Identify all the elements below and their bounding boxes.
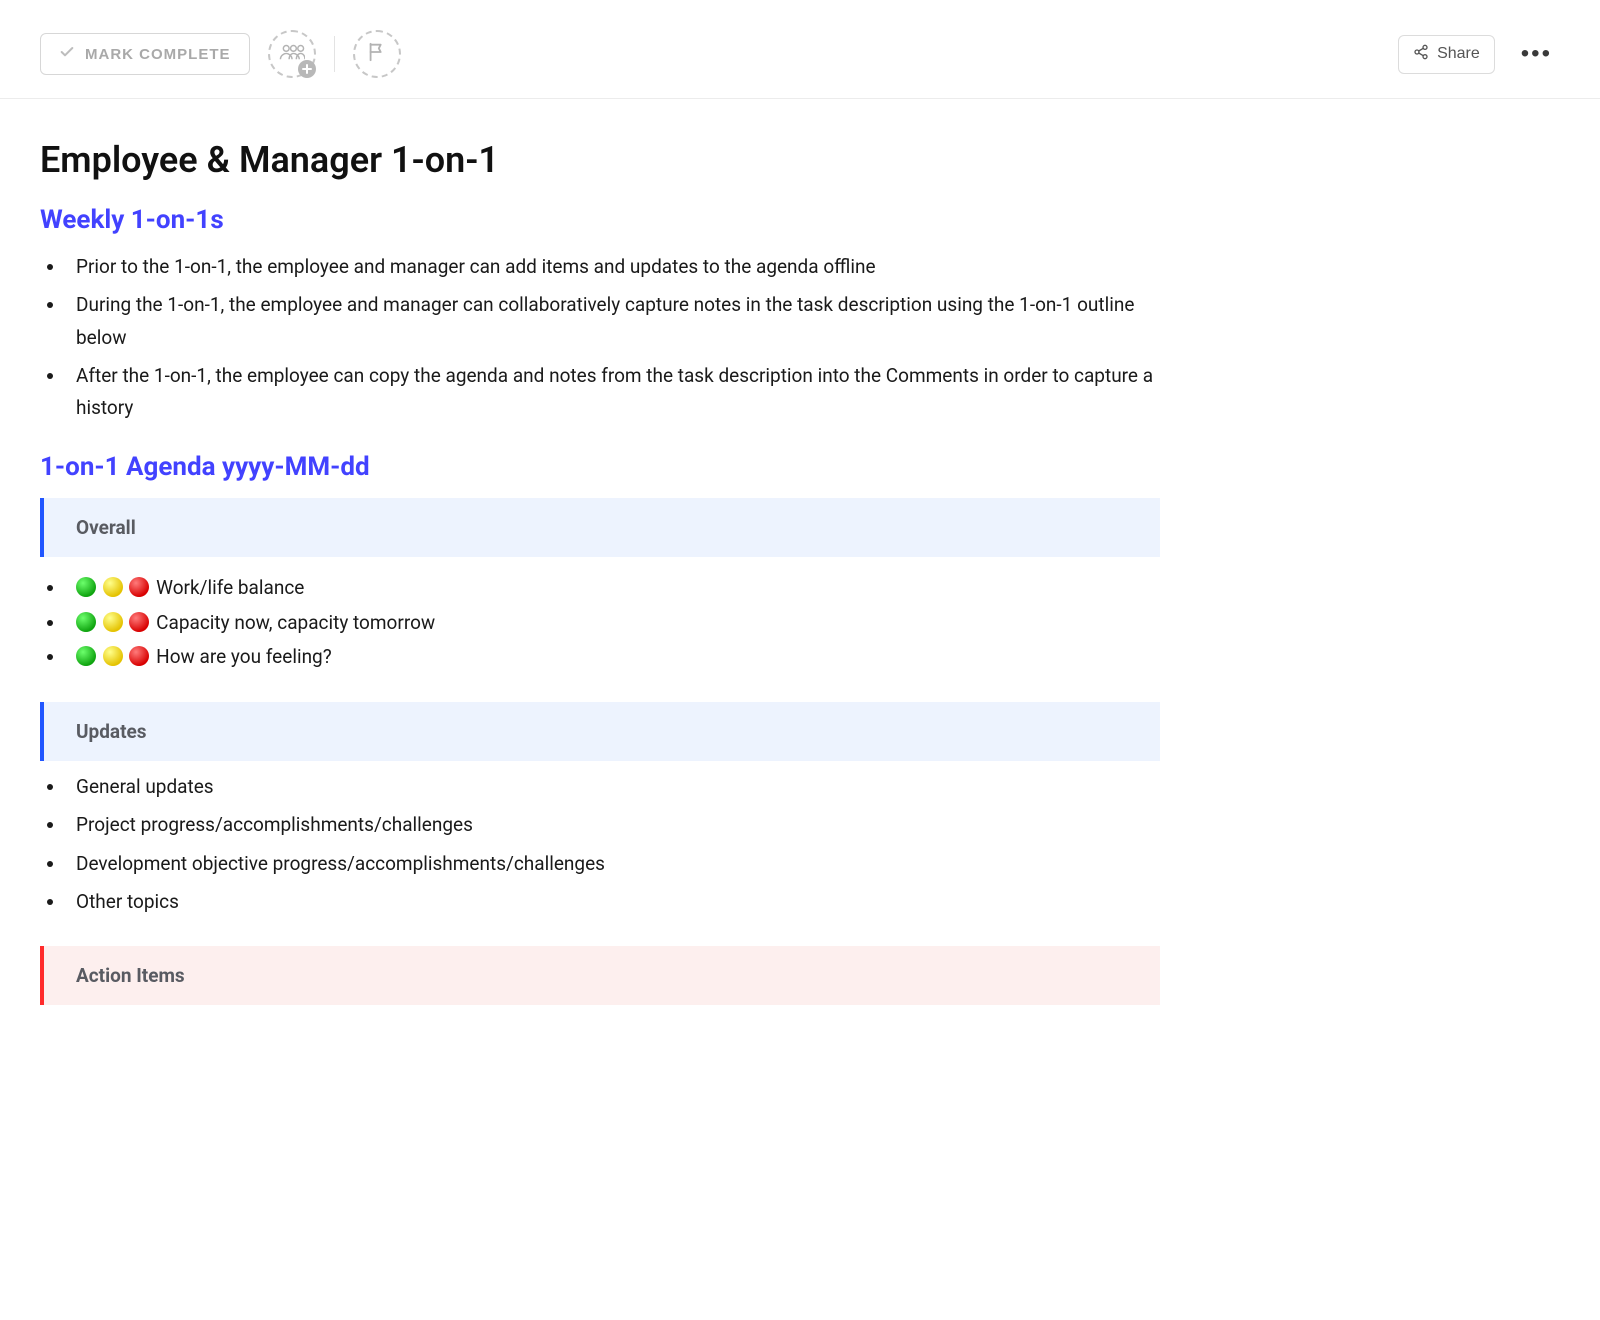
list-item: Other topics (66, 886, 1160, 918)
more-options-button[interactable]: ••• (1513, 36, 1560, 72)
list-item: During the 1-on-1, the employee and mana… (66, 289, 1160, 354)
share-label: Share (1437, 45, 1480, 63)
share-icon (1413, 44, 1429, 65)
list-item-label: Capacity now, capacity tomorrow (156, 611, 435, 634)
document-body: Employee & Manager 1-on-1 Weekly 1-on-1s… (0, 99, 1200, 1055)
mark-complete-button[interactable]: MARK COMPLETE (40, 33, 250, 75)
list-item: Prior to the 1-on-1, the employee and ma… (66, 251, 1160, 283)
action-items-callout: Action Items (40, 946, 1160, 1005)
callout-title: Action Items (76, 964, 1128, 987)
green-dot-icon (76, 612, 96, 632)
yellow-dot-icon (103, 577, 123, 597)
agenda-heading: 1-on-1 Agenda yyyy-MM-dd (40, 452, 1160, 482)
red-dot-icon (129, 646, 149, 666)
list-item: How are you feeling? (66, 640, 1160, 674)
red-dot-icon (129, 577, 149, 597)
yellow-dot-icon (103, 612, 123, 632)
list-item: Capacity now, capacity tomorrow (66, 606, 1160, 640)
overall-callout: Overall (40, 498, 1160, 557)
share-button[interactable]: Share (1398, 35, 1495, 74)
plus-icon (298, 60, 316, 78)
list-item: Development objective progress/accomplis… (66, 848, 1160, 880)
weekly-heading: Weekly 1-on-1s (40, 205, 1160, 235)
green-dot-icon (76, 577, 96, 597)
yellow-dot-icon (103, 646, 123, 666)
list-item: Work/life balance (66, 571, 1160, 605)
green-dot-icon (76, 646, 96, 666)
mark-complete-label: MARK COMPLETE (85, 46, 231, 63)
page-title: Employee & Manager 1-on-1 (40, 139, 1160, 181)
list-item-label: Work/life balance (156, 576, 304, 599)
weekly-bullets: Prior to the 1-on-1, the employee and ma… (40, 251, 1160, 424)
list-item: General updates (66, 771, 1160, 803)
list-item: After the 1-on-1, the employee can copy … (66, 360, 1160, 425)
ellipsis-icon: ••• (1521, 40, 1552, 67)
updates-callout: Updates (40, 702, 1160, 761)
toolbar-divider (334, 36, 335, 72)
toolbar: MARK COMPLETE Share •• (0, 0, 1600, 99)
overall-list: Work/life balance Capacity now, capacity… (40, 571, 1160, 674)
list-item: Project progress/accomplishments/challen… (66, 809, 1160, 841)
red-dot-icon (129, 612, 149, 632)
set-priority-button[interactable] (353, 30, 401, 78)
flag-icon (366, 41, 388, 67)
callout-title: Overall (76, 516, 1128, 539)
check-icon (59, 44, 75, 64)
updates-list: General updates Project progress/accompl… (40, 771, 1160, 918)
list-item-label: How are you feeling? (156, 645, 332, 668)
add-assignee-button[interactable] (268, 30, 316, 78)
callout-title: Updates (76, 720, 1128, 743)
